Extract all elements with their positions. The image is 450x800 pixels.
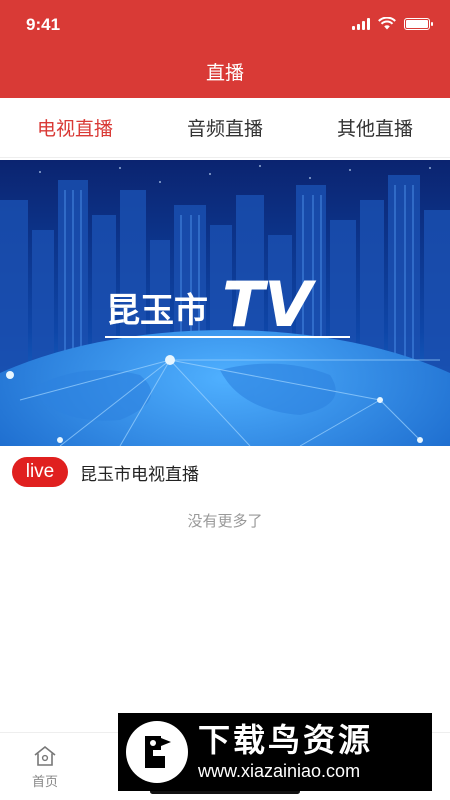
watermark-url: www.xiazainiao.com [198, 761, 361, 781]
battery-icon [404, 17, 433, 30]
tab-other-live[interactable]: 其他直播 [300, 98, 450, 157]
live-badge: live [12, 457, 68, 487]
banner-image: 昆玉市 TV [0, 160, 450, 446]
app-header: 9:41 直播 [0, 0, 450, 98]
banner-logo-tv: TV [222, 268, 317, 341]
page-title: 直播 [205, 62, 244, 84]
list-end-text: 没有更多了 [187, 512, 263, 530]
banner-logo-text: 昆玉市 [106, 291, 208, 331]
live-banner[interactable]: 昆玉市 TV [0, 160, 450, 446]
live-tabs: 电视直播 音频直播 其他直播 [0, 98, 450, 158]
watermark-overlay: 下载鸟资源 www.xiazainiao.com [118, 713, 432, 791]
wifi-icon [378, 17, 396, 30]
nav-home-label: 首页 [31, 775, 58, 790]
home-icon [34, 745, 56, 766]
status-time: 9:41 [26, 15, 61, 34]
watermark-text: 下载鸟资源 www.xiazainiao.com [198, 721, 373, 783]
live-list-item[interactable]: live 昆玉市电视直播 [0, 452, 450, 492]
watermark-title: 下载鸟资源 [198, 721, 374, 759]
live-item-title: 昆玉市电视直播 [80, 464, 199, 485]
nav-home[interactable]: 首页 [0, 733, 90, 800]
tab-tv-live[interactable]: 电视直播 [0, 98, 150, 157]
signal-icon [352, 17, 370, 30]
tab-audio-live[interactable]: 音频直播 [150, 98, 300, 157]
status-icons [352, 17, 433, 30]
status-bar: 9:41 [0, 0, 450, 50]
watermark-bird-icon [126, 721, 188, 783]
